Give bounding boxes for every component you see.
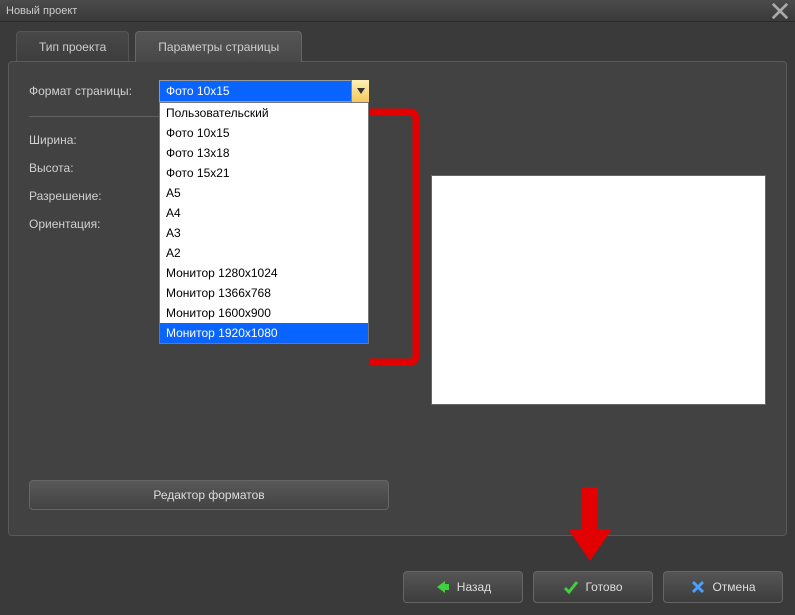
- footer-buttons: Назад Готово Отмена: [403, 571, 783, 603]
- dropdown-item[interactable]: Фото 10x15: [160, 123, 368, 143]
- format-editor-button[interactable]: Редактор форматов: [29, 480, 389, 510]
- tab-project-type[interactable]: Тип проекта: [16, 31, 129, 62]
- back-button-label: Назад: [457, 580, 491, 594]
- page-format-label: Формат страницы:: [29, 84, 159, 98]
- x-icon: [690, 579, 706, 595]
- dropdown-item[interactable]: Фото 15x21: [160, 163, 368, 183]
- resolution-label: Разрешение:: [29, 189, 159, 203]
- dropdown-item[interactable]: Фото 13x18: [160, 143, 368, 163]
- page-format-combo[interactable]: Фото 10x15 ПользовательскийФото 10x15Фот…: [159, 80, 369, 102]
- done-button-label: Готово: [585, 580, 622, 594]
- tab-page-params[interactable]: Параметры страницы: [135, 31, 302, 62]
- dropdown-item[interactable]: Монитор 1366x768: [160, 283, 368, 303]
- page-format-dropdown[interactable]: ПользовательскийФото 10x15Фото 13x18Фото…: [159, 102, 369, 344]
- check-icon: [563, 579, 579, 595]
- done-button[interactable]: Готово: [533, 571, 653, 603]
- combo-selected-value[interactable]: Фото 10x15: [159, 80, 369, 102]
- dropdown-item[interactable]: Монитор 1280x1024: [160, 263, 368, 283]
- page-preview: [431, 175, 766, 405]
- orientation-label: Ориентация:: [29, 217, 159, 231]
- cancel-button-label: Отмена: [712, 580, 755, 594]
- dropdown-item[interactable]: A3: [160, 223, 368, 243]
- close-icon[interactable]: [771, 3, 789, 19]
- dropdown-item[interactable]: A5: [160, 183, 368, 203]
- chevron-down-icon[interactable]: [351, 80, 369, 102]
- width-label: Ширина:: [29, 133, 159, 147]
- dropdown-item[interactable]: Пользовательский: [160, 103, 368, 123]
- page-params-panel: Формат страницы: Фото 10x15 Пользователь…: [8, 61, 787, 536]
- dropdown-item[interactable]: A2: [160, 243, 368, 263]
- height-label: Высота:: [29, 161, 159, 175]
- dropdown-item[interactable]: Монитор 1920x1080: [160, 323, 368, 343]
- cancel-button[interactable]: Отмена: [663, 571, 783, 603]
- dropdown-item[interactable]: Монитор 1600x900: [160, 303, 368, 323]
- arrow-left-icon: [435, 579, 451, 595]
- back-button[interactable]: Назад: [403, 571, 523, 603]
- tab-bar: Тип проекта Параметры страницы: [16, 30, 787, 61]
- dropdown-item[interactable]: A4: [160, 203, 368, 223]
- titlebar: Новый проект: [0, 0, 795, 22]
- window-title: Новый проект: [6, 5, 771, 17]
